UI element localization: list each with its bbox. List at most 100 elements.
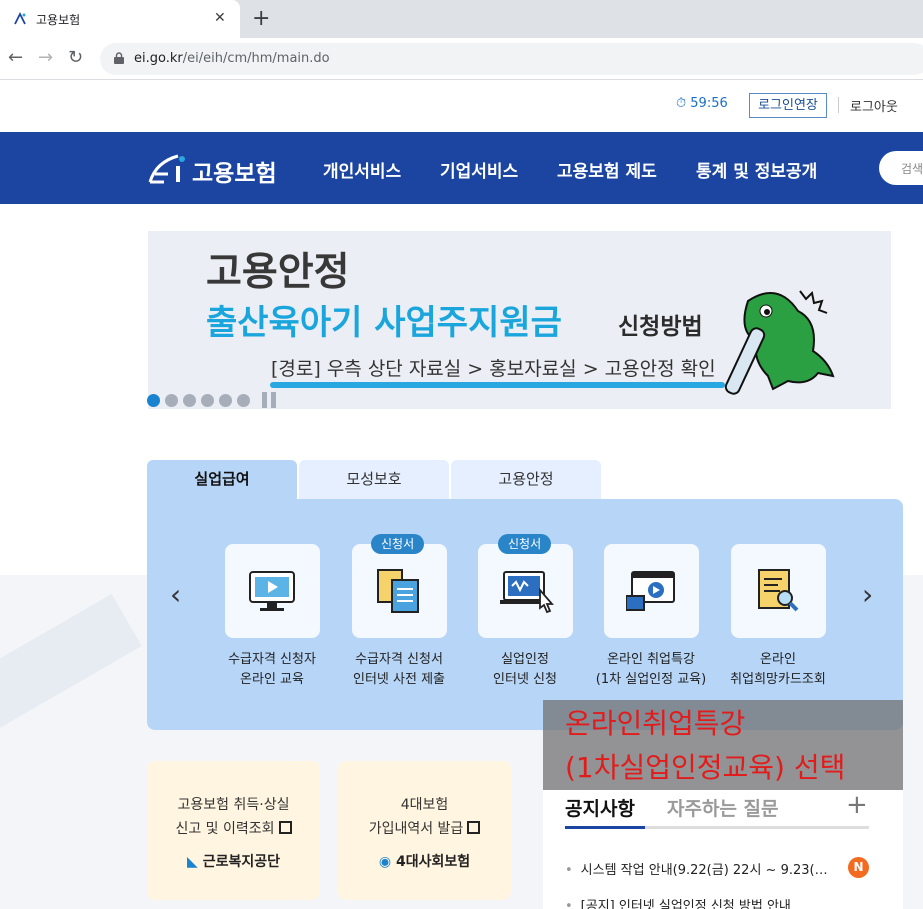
timer-value: 59:56 — [690, 96, 728, 111]
application-badge: 신청서 — [371, 534, 425, 554]
nav-personal-services[interactable]: 개인서비스 — [323, 157, 401, 182]
browser-tab-bar: 고용보험 ✕ + — [0, 0, 923, 38]
quick-link-text: 4대보험 가입내역서 발급 — [338, 793, 511, 841]
search-placeholder: 검색 — [901, 162, 923, 176]
banner-underline — [270, 382, 725, 388]
laptop-click-icon — [500, 571, 554, 614]
quick-link-4insurance[interactable]: 4대보험 가입내역서 발급 ◉ 4대사회보험 — [338, 761, 511, 900]
promo-banner[interactable]: 고용안정 출산육아기 사업주지원금 신청방법 [경로] 우측 상단 자료실 > … — [148, 231, 891, 409]
service-label-line1: 실업인정 — [501, 652, 549, 667]
logout-link[interactable]: 로그아웃 — [850, 96, 898, 115]
4insurance-logo-icon: ◉ — [378, 854, 392, 870]
new-tab-button[interactable]: + — [252, 6, 270, 31]
slide-dot-3[interactable] — [183, 394, 196, 407]
overlay-line1: 온라인취업특강 — [565, 707, 746, 740]
service-label: 실업인정 인터넷 신청 — [460, 650, 590, 690]
tab-unemployment-benefit[interactable]: 실업급여 — [147, 460, 297, 500]
ei-favicon-icon — [14, 11, 26, 25]
extend-login-button[interactable]: 로그인연장 — [749, 93, 827, 118]
service-card-application-submit[interactable] — [352, 544, 447, 638]
lock-icon — [114, 52, 124, 64]
dinosaur-mascot-icon — [724, 290, 835, 395]
reload-icon[interactable]: ↻ — [68, 47, 83, 68]
card-search-icon — [758, 569, 799, 612]
url-text: ei.go.kr/ei/eih/cm/hm/main.do — [134, 51, 330, 66]
kcomwel-logo-icon: ◣ — [187, 854, 198, 870]
service-label-line2: 취업희망카드조회 — [730, 672, 826, 687]
service-label-line2: (1차 실업인정 교육) — [595, 672, 707, 687]
banner-title: 고용안정 — [206, 250, 350, 295]
back-arrow-icon[interactable]: ← — [8, 47, 23, 68]
service-label-line2: 온라인 교육 — [240, 672, 304, 687]
tab-employment-stability[interactable]: 고용안정 — [451, 460, 601, 500]
session-timer: ⏱ 59:56 — [676, 96, 728, 111]
documents-icon — [377, 569, 419, 613]
service-label-line1: 온라인 취업특강 — [607, 652, 695, 667]
notice-item[interactable]: [공지] 인터넷 실업인정 신청 방법 안내 — [565, 895, 791, 909]
nav-insurance-system[interactable]: 고용보험 제도 — [557, 157, 657, 182]
logo-text[interactable]: 고용보험 — [192, 154, 277, 188]
service-card-online-job-lecture[interactable] — [604, 544, 699, 638]
url-field[interactable]: ei.go.kr/ei/eih/cm/hm/main.do — [100, 43, 923, 75]
slide-dot-2[interactable] — [165, 394, 178, 407]
external-link-icon — [278, 821, 292, 834]
close-tab-icon[interactable]: ✕ — [214, 10, 226, 26]
slide-dot-6[interactable] — [237, 394, 250, 407]
slide-dot-4[interactable] — [201, 394, 214, 407]
quick-link-org: ◉ 4대사회보험 — [338, 851, 511, 871]
url-path: /ei/eih/cm/hm/main.do — [182, 51, 330, 66]
quick-link-line1: 4대보험 — [400, 797, 449, 813]
quick-link-line2: 가입내역서 발급 — [368, 821, 464, 837]
service-label-line1: 수급자격 신청자 — [228, 652, 316, 667]
service-label: 수급자격 신청서 인터넷 사전 제출 — [334, 650, 464, 690]
banner-subtitle: 출산육아기 사업주지원금 — [206, 303, 562, 343]
quick-link-line1: 고용보험 취득·상실 — [177, 797, 290, 813]
service-label: 온라인 취업특강 (1차 실업인정 교육) — [586, 650, 716, 690]
quick-link-insurance-report[interactable]: 고용보험 취득·상실 신고 및 이력조회 ◣ 근로복지공단 — [147, 761, 320, 900]
service-label-line2: 인터넷 신청 — [493, 672, 557, 687]
overlay-line2: (1차실업인정교육) 선택 — [565, 751, 846, 784]
service-label-line1: 온라인 — [760, 652, 796, 667]
external-link-icon — [467, 821, 481, 834]
nav-statistics[interactable]: 통계 및 정보공개 — [696, 157, 817, 182]
next-arrow-icon[interactable]: › — [862, 578, 873, 611]
main-navigation: 고용보험 개인서비스 기업서비스 고용보험 제도 통계 및 정보공개 검색 — [0, 132, 923, 204]
quick-link-text: 고용보험 취득·상실 신고 및 이력조회 — [147, 793, 320, 841]
service-label-line1: 수급자격 신청서 — [355, 652, 443, 667]
service-label: 수급자격 신청자 온라인 교육 — [207, 650, 337, 690]
service-card-job-hope-card[interactable] — [731, 544, 826, 638]
tab-faq[interactable]: 자주하는 질문 — [667, 794, 779, 821]
nav-business-services[interactable]: 기업서비스 — [440, 157, 518, 182]
video-folder-icon — [626, 571, 675, 611]
address-bar: ← → ↻ ei.go.kr/ei/eih/cm/hm/main.do — [0, 38, 923, 80]
browser-tab[interactable]: 고용보험 ✕ — [0, 0, 240, 38]
pause-icon[interactable] — [262, 392, 278, 408]
application-badge: 신청서 — [498, 534, 552, 554]
service-card-unemployment-recognition[interactable] — [478, 544, 573, 638]
banner-path: [경로] 우측 상단 자료실 > 홍보자료실 > 고용안정 확인 — [271, 358, 716, 380]
quick-link-org: ◣ 근로복지공단 — [147, 851, 320, 871]
prev-arrow-icon[interactable]: ‹ — [170, 578, 181, 611]
notice-active-underline — [565, 826, 645, 829]
instruction-overlay: 온라인취업특강 (1차실업인정교육) 선택 — [543, 700, 903, 790]
forward-arrow-icon[interactable]: → — [38, 47, 53, 68]
ei-logo-icon[interactable] — [146, 152, 190, 186]
more-plus-icon[interactable]: + — [846, 790, 868, 820]
notice-item[interactable]: 시스템 작업 안내(9.22(금) 22시 ~ 9.23(… — [565, 859, 828, 878]
url-host: ei.go.kr — [134, 51, 183, 66]
utility-divider — [838, 97, 839, 113]
monitor-play-icon — [249, 571, 295, 611]
tab-maternity-protection[interactable]: 모성보호 — [299, 460, 449, 500]
service-label-line2: 인터넷 사전 제출 — [353, 672, 445, 687]
quick-link-org-name: 4대사회보험 — [395, 854, 471, 870]
new-badge: N — [848, 857, 869, 878]
tab-notices[interactable]: 공지사항 — [565, 794, 635, 821]
service-label: 온라인 취업희망카드조회 — [713, 650, 843, 690]
service-card-online-education[interactable] — [225, 544, 320, 638]
quick-link-org-name: 근로복지공단 — [202, 854, 280, 870]
tab-title: 고용보험 — [36, 13, 81, 27]
slide-dot-1[interactable] — [147, 394, 160, 407]
search-input[interactable]: 검색 — [879, 151, 923, 185]
slide-dot-5[interactable] — [219, 394, 232, 407]
banner-subtitle-suffix: 신청방법 — [618, 314, 703, 340]
